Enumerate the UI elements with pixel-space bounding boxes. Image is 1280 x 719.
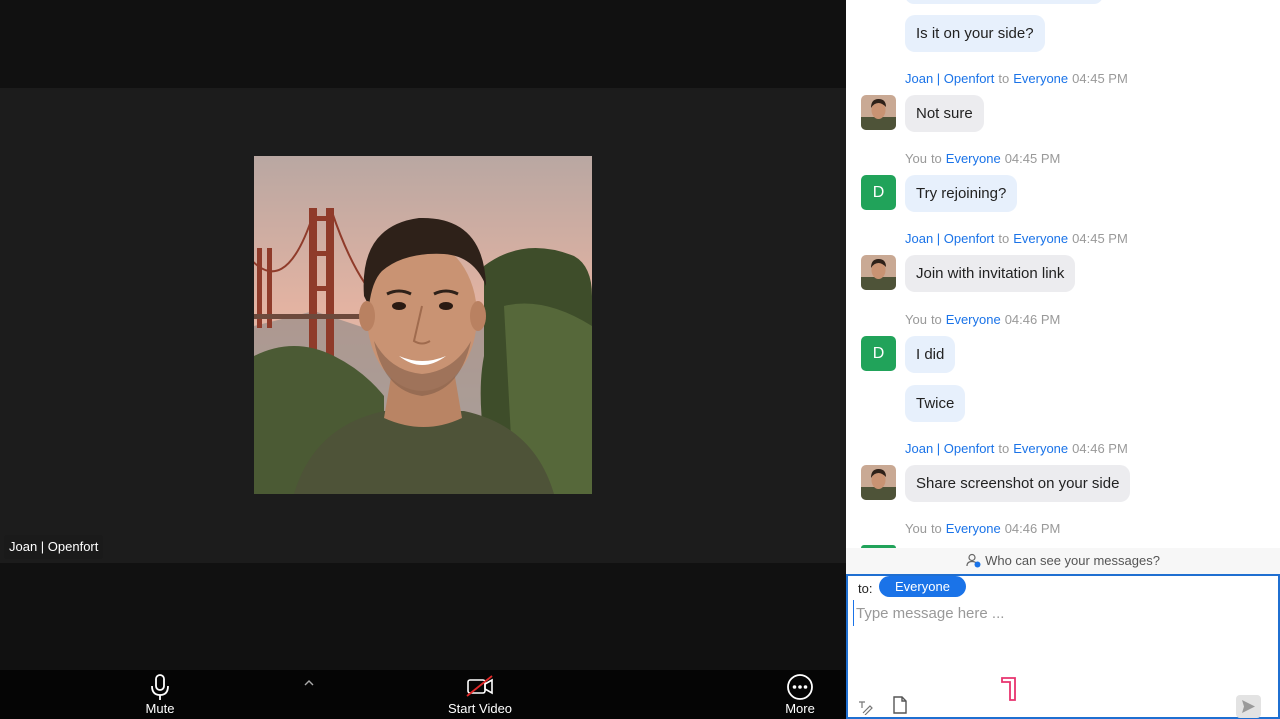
start-video-label: Start Video <box>447 701 513 716</box>
message-bubble: Join with invitation link <box>905 255 1076 292</box>
format-text-icon[interactable] <box>857 699 873 719</box>
message-bubble: I did <box>905 336 956 373</box>
sender-name: You <box>905 151 927 166</box>
message-time: 04:46 PM <box>1004 521 1061 536</box>
sender-name: You <box>905 312 927 327</box>
file-attach-icon[interactable] <box>892 696 908 719</box>
message-meta: You to Everyone 04:45 PM <box>905 151 1061 166</box>
message-input[interactable] <box>853 600 1263 626</box>
message-meta: Joan | Openfort to Everyone 04:45 PM <box>905 231 1128 246</box>
sender-name[interactable]: Joan | Openfort <box>905 231 994 246</box>
sender-name: You <box>905 521 927 536</box>
mute-button[interactable]: Mute <box>128 670 192 719</box>
message-time: 04:45 PM <box>1072 231 1128 246</box>
meeting-window: Joan | Openfort Mute Start Video More Is… <box>0 0 1280 719</box>
recipient-name[interactable]: Everyone <box>946 312 1001 327</box>
avatar-self: D <box>861 175 896 210</box>
message-time: 04:46 PM <box>1004 312 1061 327</box>
brand-logo-icon <box>1000 676 1018 707</box>
sender-name[interactable]: Joan | Openfort <box>905 71 994 86</box>
compose-area: to: Everyone <box>846 574 1280 719</box>
message-time: 04:45 PM <box>1004 151 1061 166</box>
message-time: 04:46 PM <box>1072 441 1128 456</box>
message-meta: You to Everyone 04:46 PM <box>905 312 1061 327</box>
message-bubble: Not sure <box>905 95 984 132</box>
recipient-name[interactable]: Everyone <box>1013 71 1068 86</box>
message-visibility-notice[interactable]: Who can see your messages? <box>846 548 1280 574</box>
message-bubble: Try rejoining? <box>905 175 1018 212</box>
start-video-button[interactable]: Start Video <box>430 670 530 719</box>
avatar-self: D <box>861 336 896 371</box>
send-icon <box>1242 700 1255 713</box>
avatar-joan <box>861 465 896 500</box>
more-dots-icon <box>770 670 830 702</box>
message-bubble: Share screenshot on your side <box>905 465 1131 502</box>
video-off-icon <box>430 670 530 702</box>
more-button[interactable]: More <box>770 670 830 719</box>
chat-message-list[interactable]: Is it on your side? Joan | Openfort to Eve… <box>846 0 1280 548</box>
microphone-icon <box>128 670 192 702</box>
recipient-name[interactable]: Everyone <box>946 521 1001 536</box>
video-panel: Joan | Openfort <box>0 0 846 719</box>
person-visibility-icon <box>966 553 981 568</box>
message-bubble: Is it on your side? <box>905 15 1045 52</box>
message-bubble: Twice <box>905 385 966 422</box>
sender-name[interactable]: Joan | Openfort <box>905 441 994 456</box>
chat-panel: Is it on your side? Joan | Openfort to Eve… <box>846 0 1280 719</box>
send-button[interactable] <box>1236 695 1261 718</box>
message-meta: Joan | Openfort to Everyone 04:45 PM <box>905 71 1128 86</box>
to-label: to: <box>858 581 873 596</box>
participant-profile-picture <box>254 156 592 494</box>
message-meta: You to Everyone 04:46 PM <box>905 521 1061 536</box>
participant-name-tag: Joan | Openfort <box>4 535 104 559</box>
mute-label: Mute <box>145 701 175 716</box>
recipient-name[interactable]: Everyone <box>946 151 1001 166</box>
message-bubble-partial <box>905 0 1103 4</box>
avatar-joan <box>861 255 896 290</box>
video-bottom-band <box>0 563 846 670</box>
message-meta: Joan | Openfort to Everyone 04:46 PM <box>905 441 1128 456</box>
message-time: 04:45 PM <box>1072 71 1128 86</box>
meeting-toolbar: Mute Start Video More <box>0 670 846 719</box>
recipient-name[interactable]: Everyone <box>1013 441 1068 456</box>
audio-options-caret-icon[interactable] <box>300 676 318 690</box>
visibility-notice-text: Who can see your messages? <box>985 553 1160 568</box>
avatar-joan <box>861 95 896 130</box>
video-top-band <box>0 0 846 88</box>
recipient-name[interactable]: Everyone <box>1013 231 1068 246</box>
more-label: More <box>785 701 815 716</box>
recipient-selector[interactable]: Everyone <box>879 576 966 597</box>
